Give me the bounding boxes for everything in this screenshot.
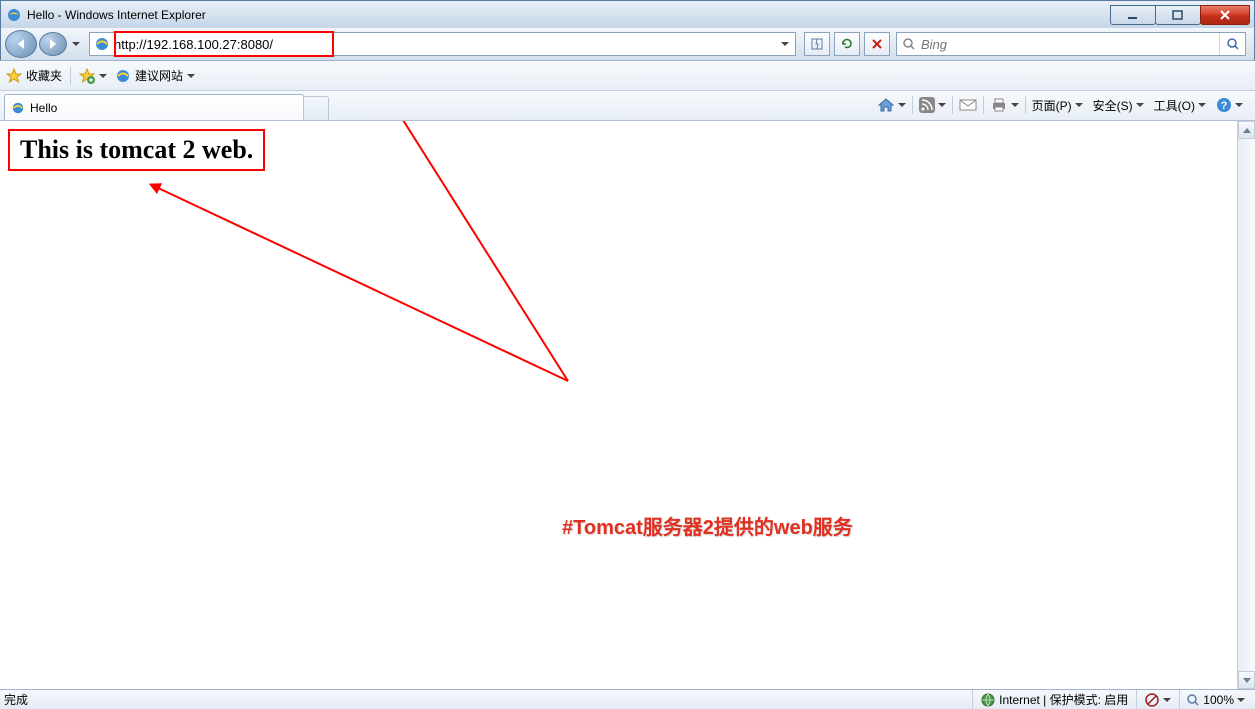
chevron-down-icon [1235,103,1243,107]
feeds-button[interactable] [915,93,950,117]
zoom-icon [1186,693,1200,707]
home-button[interactable] [873,93,910,117]
search-bar[interactable] [896,32,1246,56]
separator [983,96,984,114]
favorites-label: 收藏夹 [26,67,62,84]
vertical-scrollbar[interactable] [1237,121,1255,689]
separator [912,96,913,114]
page-heading: This is tomcat 2 web. [20,135,253,165]
scroll-down-button[interactable] [1238,671,1255,689]
chevron-down-icon [72,42,80,46]
page-viewport: This is tomcat 2 web. #Tomcat服务器2提供的web服… [0,121,1255,689]
favorites-button[interactable]: 收藏夹 [6,67,62,84]
url-input[interactable] [114,34,775,54]
site-icon [94,36,110,52]
tab-strip: Hello 页面(P) 安全(S) 工具(O) ? [0,91,1255,121]
search-provider-icon[interactable] [897,37,921,51]
separator [70,67,71,85]
arrow-left-icon [18,39,24,49]
star-icon [6,68,22,84]
suggested-sites-label: 建议网站 [135,67,183,84]
ie-logo-icon [6,7,22,23]
search-icon [1226,37,1240,51]
stop-icon [871,38,883,50]
tab-title: Hello [30,101,57,115]
chevron-down-icon [1237,698,1245,702]
page-heading-highlight: This is tomcat 2 web. [8,129,265,171]
suggested-sites-button[interactable]: 建议网站 [115,67,195,84]
maximize-button[interactable] [1155,5,1201,25]
scroll-up-button[interactable] [1238,121,1255,139]
status-bar: 完成 Internet | 保护模式: 启用 100% [0,689,1255,709]
zone-label: Internet | 保护模式: 启用 [999,691,1128,708]
protected-mode-toggle[interactable] [1136,690,1179,709]
svg-text:?: ? [1221,100,1228,112]
window-controls [1111,5,1250,25]
tab-favicon [11,101,25,115]
compat-view-button[interactable] [804,32,830,56]
chevron-down-icon [1075,103,1083,107]
stop-button[interactable] [864,32,890,56]
star-add-icon [79,68,95,84]
forward-button[interactable] [39,32,67,56]
separator [952,96,953,114]
chevron-down-icon [99,74,107,78]
new-tab-button[interactable] [303,96,329,120]
chevron-down-icon [938,103,946,107]
close-button[interactable] [1200,5,1250,25]
safety-menu[interactable]: 安全(S) [1089,93,1148,117]
favorites-bar: 收藏夹 建议网站 [0,61,1255,91]
search-go-button[interactable] [1219,33,1245,55]
arrow-right-icon [50,39,56,49]
tools-menu[interactable]: 工具(O) [1150,93,1210,117]
back-button[interactable] [5,30,37,58]
tab-active[interactable]: Hello [4,94,304,120]
chevron-down-icon [1243,678,1251,683]
rss-icon [919,97,935,113]
ie-icon [115,68,131,84]
refresh-button[interactable] [834,32,860,56]
printer-icon [990,97,1008,113]
globe-icon [981,693,995,707]
zoom-control[interactable]: 100% [1179,690,1251,709]
annotation-text: #Tomcat服务器2提供的web服务 [562,511,853,540]
nav-history-dropdown[interactable] [69,32,83,56]
window-titlebar: Hello - Windows Internet Explorer [0,0,1255,28]
minimize-button[interactable] [1110,5,1156,25]
navigation-bar [0,28,1255,61]
chevron-down-icon [1136,103,1144,107]
help-icon: ? [1216,97,1232,113]
mail-icon [959,98,977,112]
read-mail-button[interactable] [955,93,981,117]
page-menu[interactable]: 页面(P) [1028,93,1087,117]
help-button[interactable]: ? [1212,93,1247,117]
page-broken-icon [810,37,824,51]
security-zone[interactable]: Internet | 保护模式: 启用 [972,690,1136,709]
chevron-down-icon [898,103,906,107]
annotation-arrows [0,121,900,561]
chevron-down-icon [1198,103,1206,107]
address-dropdown[interactable] [777,34,793,54]
safety-menu-label: 安全(S) [1093,97,1133,114]
chevron-down-icon [1011,103,1019,107]
command-bar: 页面(P) 安全(S) 工具(O) ? [873,90,1251,120]
print-button[interactable] [986,93,1023,117]
address-bar[interactable] [89,32,796,56]
tools-menu-label: 工具(O) [1154,97,1195,114]
refresh-icon [840,37,854,51]
chevron-up-icon [1243,128,1251,133]
chevron-down-icon [781,42,789,46]
add-favorite-button[interactable] [79,68,107,84]
chevron-down-icon [187,74,195,78]
zoom-value: 100% [1203,693,1234,707]
chevron-down-icon [1163,698,1171,702]
window-title: Hello - Windows Internet Explorer [27,8,1111,22]
home-icon [877,97,895,113]
shield-off-icon [1145,693,1159,707]
page-menu-label: 页面(P) [1032,97,1072,114]
separator [1025,96,1026,114]
status-text: 完成 [4,691,28,708]
search-input[interactable] [921,37,1219,52]
